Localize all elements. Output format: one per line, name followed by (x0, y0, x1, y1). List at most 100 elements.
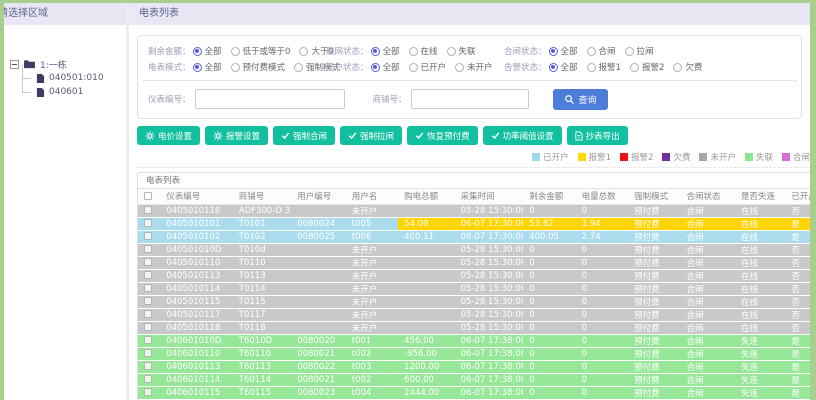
radio-icon[interactable] (586, 62, 596, 72)
table-row[interactable]: 040501010D T010d 未开户 05-28 15:30:00 0 0 预付费 合闸在… (138, 243, 810, 257)
radio-icon[interactable] (408, 62, 418, 72)
radio-icon[interactable] (586, 46, 596, 56)
radio-option[interactable]: 全部 (548, 45, 578, 57)
row-checkbox[interactable] (144, 258, 152, 266)
action-button[interactable]: 电价设置 (137, 126, 201, 145)
table-cell: 0 (523, 282, 576, 296)
radio-option[interactable]: 全部 (370, 61, 400, 73)
query-button[interactable]: 查询 (552, 88, 608, 110)
table-row[interactable]: 0405010110 T0110 未开户 05-28 15:30:00 0 0 预付费 合闸在… (138, 256, 810, 270)
radio-option[interactable]: 欠费 (673, 61, 702, 73)
action-button[interactable]: 强制合闸 (273, 126, 336, 145)
radio-option[interactable]: 拉闸 (624, 45, 654, 57)
action-button[interactable]: 强制拉闸 (340, 126, 403, 145)
radio-option[interactable]: 报警2 (629, 61, 664, 73)
row-checkbox[interactable] (144, 206, 152, 214)
table-row[interactable]: 0405010113 T0113 未开户 05-28 15:30:00 0 0 预付费 合闸在… (138, 269, 810, 283)
radio-option[interactable]: 合闸 (586, 45, 616, 57)
table-row[interactable]: 0405010101 T0101 0080024 t005 54.09 06-07 17:… (138, 217, 810, 231)
radio-option[interactable]: 报警1 (586, 61, 621, 73)
table-row[interactable]: 0405010115 T0115 未开户 05-28 15:30:00 0 0 预付费 合闸在… (138, 295, 810, 309)
table-cell: t001 (345, 334, 399, 348)
radio-icon[interactable] (230, 62, 240, 72)
file-icon (36, 87, 45, 98)
table-row[interactable]: 0405010102 T0102 0080025 t006 400.11 06-07 17… (138, 230, 810, 244)
table-cell: 06-07 17:30:00 (454, 230, 524, 244)
row-checkbox[interactable] (144, 375, 152, 383)
row-checkbox[interactable] (144, 362, 152, 370)
table-cell: T0113 (232, 269, 292, 283)
table-row[interactable]: 0405010118 T0118 未开户 05-28 15:30:00 0 0 预付费 合闸在… (138, 321, 810, 335)
table-row[interactable]: 0405010117 T0117 未开户 05-28 15:30:00 0 0 预付费 合闸在… (138, 308, 810, 322)
row-checkbox[interactable] (144, 232, 152, 240)
tree-node[interactable]: 040601 (10, 78, 122, 99)
radio-option[interactable]: 全部 (192, 61, 222, 73)
table-row[interactable]: 0405010114 T0114 未开户 05-28 15:30:00 0 0 预付费 合闸在… (138, 282, 810, 296)
radio-icon[interactable] (294, 62, 304, 72)
action-button[interactable]: 恢复预付费 (407, 126, 478, 145)
radio-option[interactable]: 低于或等于0 (230, 45, 290, 57)
row-checkbox[interactable] (144, 336, 152, 344)
radio-icon[interactable] (446, 46, 456, 56)
row-checkbox[interactable] (144, 245, 152, 253)
radio-icon[interactable] (370, 62, 380, 72)
radio-icon[interactable] (230, 46, 240, 56)
table-cell: 失连 (734, 347, 786, 361)
radio-icon[interactable] (548, 62, 558, 72)
table-cell: 在线 (734, 269, 786, 283)
page-title: 电表列表 (129, 3, 810, 25)
meter-no-input[interactable] (194, 89, 345, 109)
table-row[interactable]: 0406010114 T60114 0080021 t002 600.00 06-07 1… (138, 373, 810, 387)
table-cell: 05-28 15:30:00 (454, 308, 524, 322)
radio-icon[interactable] (455, 62, 465, 72)
radio-option[interactable]: 预付费模式 (230, 61, 285, 73)
action-button[interactable]: 报警设置 (205, 126, 269, 145)
action-button[interactable]: 功率阈值设置 (482, 126, 562, 145)
table-row[interactable]: 0406010115 T60115 0080023 t004 2444.00 06-07 … (138, 386, 810, 400)
row-checkbox[interactable] (144, 297, 152, 305)
table-row[interactable]: 0405010116 ADF300-D 3 未开户 05-28 15:30:00 0 0 预… (138, 204, 810, 218)
radio-icon[interactable] (548, 46, 558, 56)
table-cell: 在线 (734, 295, 786, 309)
radio-icon[interactable] (192, 62, 202, 72)
filter-group: 电表模式： 全部 预付费模式 强制模式 (148, 61, 340, 73)
tree-node[interactable]: 040501:010 (10, 64, 122, 85)
row-checkbox[interactable] (144, 349, 152, 357)
table-cell: 0080021 (291, 373, 346, 387)
tree-node-root[interactable]: 1:一栋 (10, 57, 122, 71)
row-checkbox[interactable] (144, 284, 152, 292)
shop-no-input[interactable] (410, 89, 529, 109)
radio-icon[interactable] (673, 62, 683, 72)
table-row[interactable]: 0406010110 T60110 0080021 t002 -956.00 06-07 … (138, 347, 810, 361)
table-row[interactable]: 040601010D T6010D 0080020 t001 456.00 06-07 1… (138, 334, 810, 348)
table-cell (291, 282, 346, 296)
row-checkbox[interactable] (144, 310, 152, 318)
legend-item: 欠费 (662, 151, 690, 163)
radio-option[interactable]: 全部 (370, 45, 400, 57)
select-all-checkbox[interactable] (144, 191, 152, 200)
table-cell: 0080024 (291, 217, 346, 231)
radio-option[interactable]: 已开户 (408, 61, 446, 73)
radio-icon[interactable] (624, 46, 634, 56)
radio-icon[interactable] (192, 46, 202, 56)
radio-icon[interactable] (299, 46, 309, 56)
radio-icon[interactable] (370, 46, 380, 56)
collapse-icon[interactable] (10, 59, 19, 69)
table-cell: 0080025 (291, 230, 346, 244)
table-cell: 预付费 (628, 256, 681, 270)
radio-icon[interactable] (408, 46, 418, 56)
row-checkbox[interactable] (144, 388, 152, 396)
radio-option[interactable]: 全部 (192, 45, 222, 57)
row-checkbox[interactable] (144, 219, 152, 227)
radio-option[interactable]: 未开户 (455, 61, 493, 73)
row-checkbox[interactable] (144, 271, 152, 279)
table-row[interactable]: 0406010113 T60113 0080022 t003 1200.00 06-07 … (138, 360, 810, 374)
table-cell: 0 (575, 204, 629, 218)
action-button[interactable]: 抄表导出 (566, 126, 628, 145)
row-checkbox[interactable] (144, 323, 152, 331)
radio-option[interactable]: 全部 (548, 61, 578, 73)
radio-option[interactable]: 失联 (446, 45, 476, 57)
radio-option[interactable]: 在线 (408, 45, 438, 57)
radio-icon[interactable] (629, 62, 639, 72)
table-cell: 3.94 (575, 217, 629, 231)
